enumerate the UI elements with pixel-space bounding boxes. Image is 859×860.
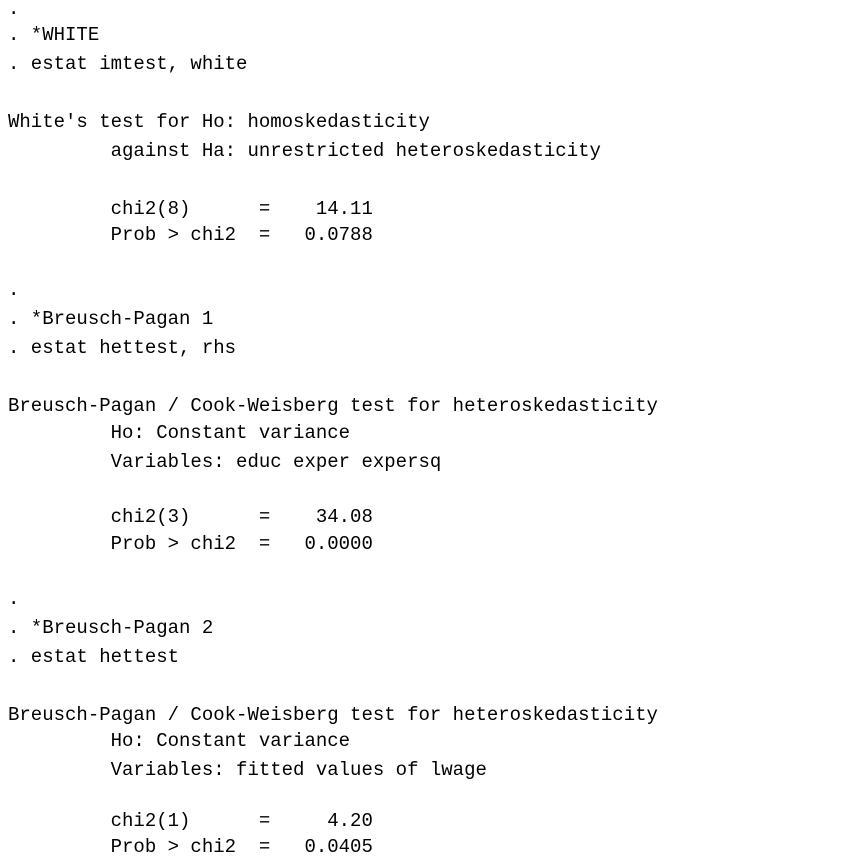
console-line: against Ha: unrestricted heteroskedastic… [8, 140, 601, 162]
console-line: Breusch-Pagan / Cook-Weisberg test for h… [8, 395, 658, 417]
console-line: Breusch-Pagan / Cook-Weisberg test for h… [8, 704, 658, 726]
console-line: . *WHITE [8, 24, 100, 46]
console-line: White's test for Ho: homoskedasticity [8, 111, 430, 133]
console-line: Variables: fitted values of lwage [8, 759, 487, 781]
console-line: Prob > chi2 = 0.0405 [8, 836, 373, 858]
results-console: . . *WHITE . estat imtest, white White's… [0, 0, 859, 858]
console-line: . [8, 0, 20, 20]
console-line: chi2(1) = 4.20 [8, 810, 373, 832]
console-line: . estat hettest, rhs [8, 337, 237, 359]
console-line: Prob > chi2 = 0.0000 [8, 533, 373, 555]
console-line: . [8, 279, 20, 301]
console-line: . [8, 588, 20, 610]
console-line: . estat imtest, white [8, 53, 248, 75]
console-line: . estat hettest [8, 646, 180, 668]
console-line: chi2(3) = 34.08 [8, 506, 373, 528]
console-line: . *Breusch-Pagan 2 [8, 617, 214, 639]
console-line: . *Breusch-Pagan 1 [8, 308, 214, 330]
console-line: Variables: educ exper expersq [8, 451, 442, 473]
console-line: chi2(8) = 14.11 [8, 198, 373, 220]
console-line: Ho: Constant variance [8, 422, 351, 444]
console-line: Prob > chi2 = 0.0788 [8, 224, 373, 246]
console-line: Ho: Constant variance [8, 730, 351, 752]
